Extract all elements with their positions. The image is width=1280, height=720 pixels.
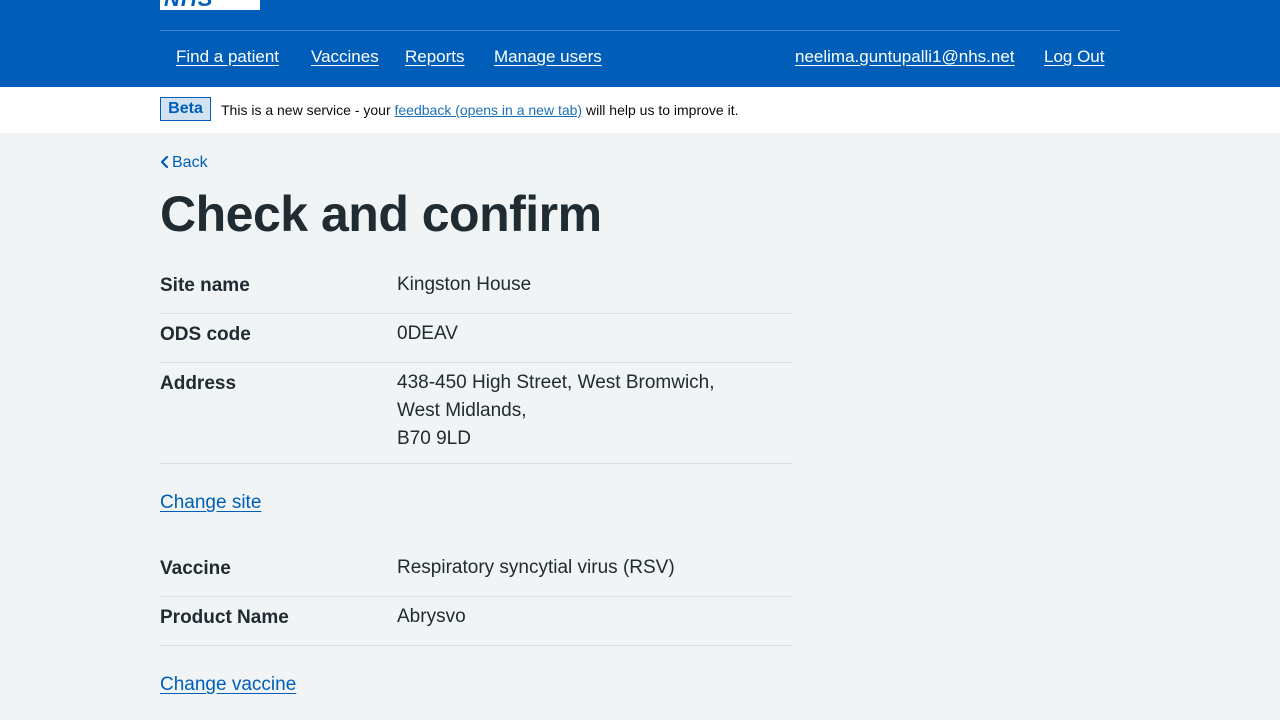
nav-user-email[interactable]: neelima.guntupalli1@nhs.net <box>795 47 1015 67</box>
nav-find-a-patient[interactable]: Find a patient <box>176 47 279 67</box>
phase-banner-text: This is a new service - your feedback (o… <box>221 102 738 118</box>
summary-key: ODS code <box>160 324 251 345</box>
logo-text: NHS <box>164 0 213 10</box>
header-container: NHS Find a patient Vaccines Reports Mana… <box>160 0 1120 87</box>
nav-vaccines[interactable]: Vaccines <box>311 47 379 67</box>
beta-tag: Beta <box>160 97 211 121</box>
site-summary-list: Site name Kingston House ODS code 0DEAV … <box>160 263 792 464</box>
summary-key: Vaccine <box>160 558 231 579</box>
summary-row-site-name: Site name Kingston House <box>160 263 792 314</box>
address-line: B70 9LD <box>397 428 471 449</box>
summary-row-vaccine: Vaccine Respiratory syncytial virus (RSV… <box>160 546 792 597</box>
summary-key: Product Name <box>160 607 289 628</box>
address-line: West Midlands, <box>397 400 527 421</box>
primary-navigation: Find a patient Vaccines Reports Manage u… <box>160 30 1120 88</box>
feedback-link[interactable]: feedback (opens in a new tab) <box>395 102 583 118</box>
back-link[interactable]: Back <box>160 153 208 172</box>
nhs-logo[interactable]: NHS <box>160 0 260 10</box>
change-site-link[interactable]: Change site <box>160 492 261 514</box>
summary-value: Kingston House <box>397 274 532 295</box>
summary-row-ods-code: ODS code 0DEAV <box>160 314 792 363</box>
page-title: Check and confirm <box>160 186 602 242</box>
vaccine-summary-list: Vaccine Respiratory syncytial virus (RSV… <box>160 546 792 646</box>
phase-banner: Beta This is a new service - your feedba… <box>0 87 1280 133</box>
summary-value: Abrysvo <box>397 606 466 627</box>
summary-value-address: 438-450 High Street, West Bromwich, West… <box>397 369 715 453</box>
site-header: NHS Find a patient Vaccines Reports Mana… <box>0 0 1280 87</box>
address-line: 438-450 High Street, West Bromwich, <box>397 372 715 393</box>
main-content: Back Check and confirm Site name Kingsto… <box>160 133 1120 720</box>
summary-key: Site name <box>160 275 250 296</box>
summary-row-product-name: Product Name Abrysvo <box>160 597 792 646</box>
summary-value: 0DEAV <box>397 323 458 344</box>
summary-value: Respiratory syncytial virus (RSV) <box>397 557 675 578</box>
phase-text-after: will help us to improve it. <box>582 102 739 118</box>
nav-manage-users[interactable]: Manage users <box>494 47 602 67</box>
phase-text-before: This is a new service - your <box>221 102 395 118</box>
summary-key: Address <box>160 373 237 394</box>
back-link-label: Back <box>172 154 208 171</box>
chevron-left-icon <box>160 155 172 169</box>
change-vaccine-link[interactable]: Change vaccine <box>160 674 296 696</box>
nav-reports[interactable]: Reports <box>405 47 465 67</box>
phase-banner-container: Beta This is a new service - your feedba… <box>160 87 1120 133</box>
summary-row-address: Address 438-450 High Street, West Bromwi… <box>160 363 792 464</box>
nav-log-out[interactable]: Log Out <box>1044 47 1105 67</box>
